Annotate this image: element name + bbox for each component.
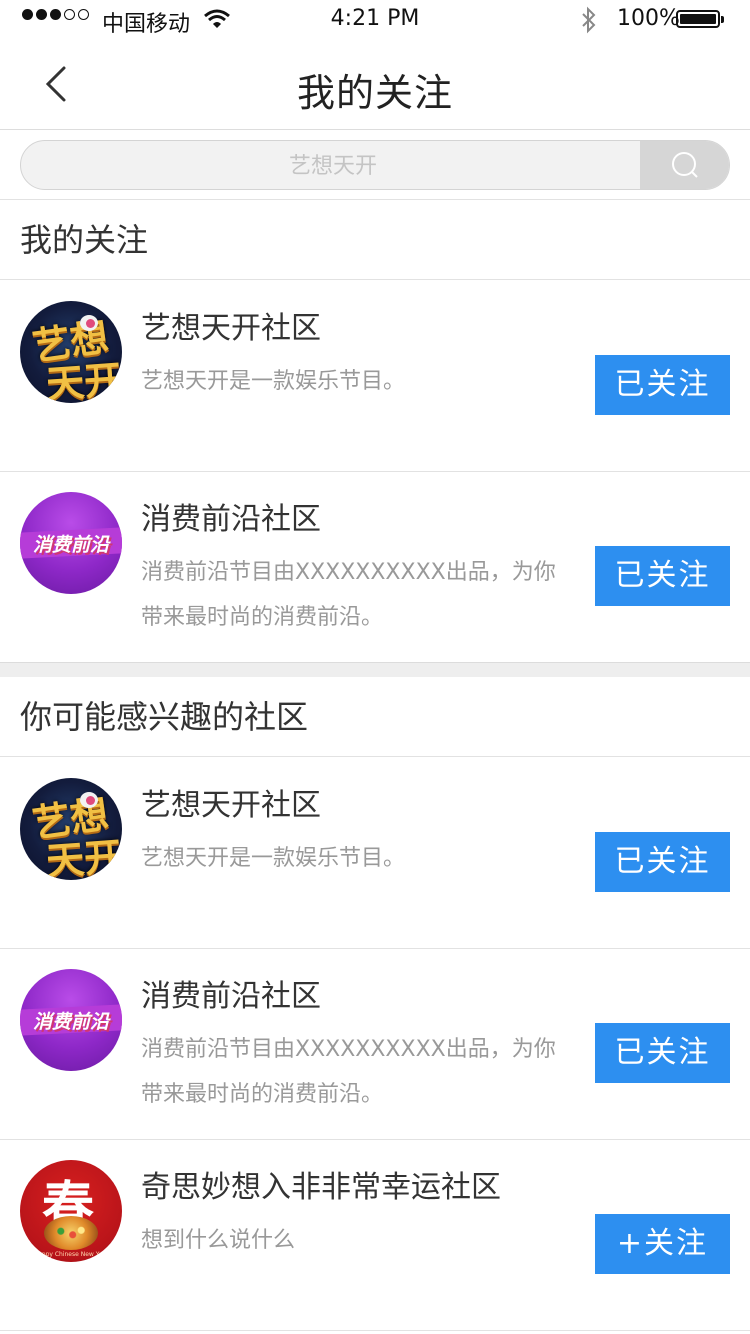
community-name: 艺想天开社区 bbox=[141, 311, 321, 346]
community-name: 消费前沿社区 bbox=[141, 979, 321, 1014]
list-item[interactable]: 消费前沿 消费前沿社区 消费前沿节目由XXXXXXXXXX出品，为你带来最时尚的… bbox=[0, 949, 750, 1140]
community-desc: 艺想天开是一款娱乐节目。 bbox=[141, 369, 406, 394]
bluetooth-icon bbox=[580, 6, 598, 40]
nav-bar: 我的关注 bbox=[0, 40, 750, 130]
community-avatar: 艺想 天开 bbox=[20, 778, 122, 880]
following-button[interactable]: 已关注 bbox=[595, 1023, 730, 1083]
page: 中国移动 4:21 PM 100% 我的关注 艺想天开 我的关注 艺想 天开 艺… bbox=[0, 0, 750, 1334]
community-name: 消费前沿社区 bbox=[141, 502, 321, 537]
community-name: 艺想天开社区 bbox=[141, 788, 321, 823]
community-desc: 艺想天开是一款娱乐节目。 bbox=[141, 846, 406, 871]
community-name: 奇思妙想入非非常幸运社区 bbox=[141, 1170, 501, 1205]
page-title: 我的关注 bbox=[296, 71, 453, 115]
community-desc: 消费前沿节目由XXXXXXXXXX出品，为你带来最时尚的消费前沿。 bbox=[141, 560, 556, 630]
search-bar bbox=[0, 130, 750, 200]
following-button[interactable]: 已关注 bbox=[595, 546, 730, 606]
status-bar: 中国移动 4:21 PM 100% bbox=[0, 0, 750, 40]
list-item[interactable]: 艺想 天开 艺想天开社区 艺想天开是一款娱乐节目。 已关注 bbox=[0, 281, 750, 472]
search-box bbox=[20, 140, 730, 190]
list-item[interactable]: 艺想 天开 艺想天开社区 艺想天开是一款娱乐节目。 已关注 bbox=[0, 758, 750, 949]
search-button[interactable] bbox=[640, 141, 729, 189]
battery-icon bbox=[676, 10, 724, 28]
community-avatar: 消费前沿 bbox=[20, 492, 122, 594]
community-desc: 消费前沿节目由XXXXXXXXXX出品，为你带来最时尚的消费前沿。 bbox=[141, 1037, 556, 1107]
list-item[interactable]: 消费前沿 消费前沿社区 消费前沿节目由XXXXXXXXXX出品，为你带来最时尚的… bbox=[0, 472, 750, 663]
community-desc: 想到什么说什么 bbox=[141, 1228, 296, 1253]
list-item[interactable]: 春 Happy Chinese New Year 奇思妙想入非非常幸运社区 想到… bbox=[0, 1140, 750, 1331]
community-avatar: 艺想 天开 bbox=[20, 301, 122, 403]
community-avatar: 春 Happy Chinese New Year bbox=[20, 1160, 122, 1262]
search-icon bbox=[671, 152, 698, 178]
follow-button[interactable]: +关注 bbox=[595, 1214, 730, 1274]
search-input[interactable] bbox=[21, 141, 645, 189]
following-button[interactable]: 已关注 bbox=[595, 832, 730, 892]
following-button[interactable]: 已关注 bbox=[595, 355, 730, 415]
section-header-suggested: 你可能感兴趣的社区 bbox=[0, 677, 750, 757]
section-header-my-follow: 我的关注 bbox=[0, 200, 750, 280]
battery-percent: 100% bbox=[617, 6, 680, 31]
community-avatar: 消费前沿 bbox=[20, 969, 122, 1071]
section-divider bbox=[0, 662, 750, 677]
